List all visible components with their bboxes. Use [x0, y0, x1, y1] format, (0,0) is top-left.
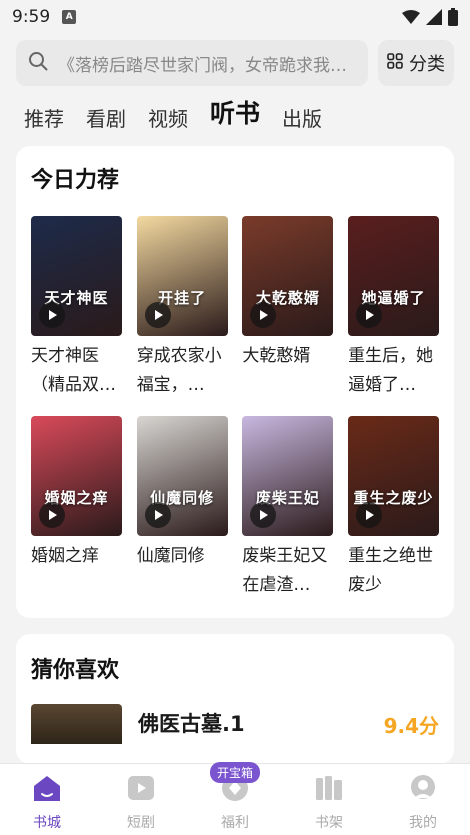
- book-title: 废柴王妃又在虐渣…: [242, 546, 328, 595]
- book-card[interactable]: 开挂了穿成农家小福宝，…: [136, 216, 228, 400]
- book-card[interactable]: 天才神医天才神医（精品双…: [31, 216, 122, 400]
- book-title: 天才神医（精品双…: [31, 346, 116, 395]
- bottom-nav: 书城 短剧 开宝箱 福利 书架 我的: [0, 762, 470, 835]
- category-button[interactable]: 分类: [378, 40, 454, 86]
- book-title: 佛医古墓.1: [138, 712, 245, 736]
- book-cover: [31, 704, 122, 744]
- nav-label: 短剧: [127, 815, 155, 831]
- book-title: 大乾憨婿: [242, 346, 311, 366]
- status-time: 9:59: [12, 7, 51, 27]
- battery-icon: [448, 8, 458, 26]
- book-card[interactable]: 她逼婚了重生后，她逼婚了…: [348, 216, 440, 400]
- recommend-section: 今日力荐 天才神医 天才神医（精品双… 开挂了 穿成农家小福宝，… 大乾憨婿 大乾憨婿 她逼…: [16, 146, 454, 618]
- book-title: 婚姻之痒: [31, 546, 99, 566]
- play-icon[interactable]: [356, 502, 383, 528]
- bookshelf-icon: [314, 774, 344, 806]
- status-bar: 9:59 A: [0, 0, 470, 34]
- nav-label: 我的: [409, 815, 437, 831]
- section-title: 今日力荐: [31, 168, 120, 193]
- treasure-badge: 开宝箱: [209, 762, 261, 783]
- book-title: 穿成农家小福宝，…: [136, 346, 222, 395]
- play-icon[interactable]: [144, 502, 171, 528]
- book-score: 9.4分: [383, 714, 439, 738]
- book-grid: 天才神医 天才神医（精品双… 开挂了 穿成农家小福宝，… 大乾憨婿 大乾憨婿 她逼婚了 重生后…: [16, 194, 454, 600]
- book-card[interactable]: 重生之废少重生之绝世废少: [348, 416, 440, 600]
- play-icon[interactable]: [250, 302, 277, 328]
- search-row: 《落榜后踏尽世家门阀，女帝跪求我… 分类: [0, 34, 470, 86]
- book-cover: 开挂了: [136, 216, 228, 336]
- book-title: 仙魔同修: [136, 546, 205, 566]
- category-label: 分类: [409, 54, 445, 75]
- nav-label: 书城: [33, 815, 61, 831]
- book-cover: 她逼婚了: [348, 216, 440, 336]
- nav-label: 福利: [221, 815, 249, 831]
- nav-item-welfare[interactable]: 开宝箱 福利: [195, 762, 275, 832]
- search-placeholder: 《落榜后踏尽世家门阀，女帝跪求我…: [58, 55, 347, 76]
- search-icon: [28, 51, 48, 75]
- book-cover: 大乾憨婿: [242, 216, 334, 336]
- book-title: 重生后，她逼婚了…: [348, 346, 434, 395]
- book-title: 重生之绝世废少: [348, 546, 434, 595]
- play-icon[interactable]: [356, 302, 383, 328]
- nav-item-shorts[interactable]: 短剧: [101, 774, 181, 832]
- book-card[interactable]: 婚姻之痒 婚姻之痒: [31, 416, 122, 600]
- tab-audiobook[interactable]: 听书: [210, 94, 260, 146]
- tab-recommend[interactable]: 推荐: [24, 103, 64, 146]
- book-cover: 天才神医: [31, 216, 122, 336]
- nav-label: 书架: [315, 815, 343, 831]
- nav-item-bookstore[interactable]: 书城: [7, 774, 87, 832]
- channel-tabs: 推荐 看剧 视频 听书 出版: [0, 86, 470, 146]
- home-icon: [32, 774, 62, 806]
- book-card[interactable]: 大乾憨婿 大乾憨婿: [242, 216, 334, 400]
- play-icon[interactable]: [144, 302, 171, 328]
- book-cover: 重生之废少: [348, 416, 440, 536]
- book-cover: 废柴王妃: [242, 416, 334, 536]
- nav-item-profile[interactable]: 我的: [383, 774, 463, 832]
- book-cover: 婚姻之痒: [31, 416, 122, 536]
- play-icon[interactable]: [39, 502, 65, 528]
- book-card[interactable]: 仙魔同修 仙魔同修: [136, 416, 228, 600]
- play-icon[interactable]: [39, 302, 65, 328]
- wifi-icon: [402, 10, 420, 24]
- book-cover: 仙魔同修: [136, 416, 228, 536]
- profile-icon: [408, 774, 438, 806]
- grid-icon: [387, 52, 403, 74]
- tab-drama[interactable]: 看剧: [86, 103, 126, 146]
- app-notification-icon: A: [62, 10, 77, 24]
- search-input[interactable]: 《落榜后踏尽世家门阀，女帝跪求我…: [16, 40, 368, 86]
- video-icon: [126, 774, 156, 806]
- play-icon[interactable]: [250, 502, 277, 528]
- signal-icon: [426, 9, 442, 25]
- book-card[interactable]: 废柴王妃废柴王妃又在虐渣…: [242, 416, 334, 600]
- section-title: 猜你喜欢: [31, 658, 120, 683]
- tab-video[interactable]: 视频: [148, 103, 188, 146]
- list-item[interactable]: 佛医古墓.1 9.4分: [31, 704, 439, 744]
- tab-publish[interactable]: 出版: [282, 103, 322, 146]
- guess-section: 猜你喜欢 佛医古墓.1 9.4分: [16, 634, 454, 764]
- nav-item-bookshelf[interactable]: 书架: [289, 774, 369, 832]
